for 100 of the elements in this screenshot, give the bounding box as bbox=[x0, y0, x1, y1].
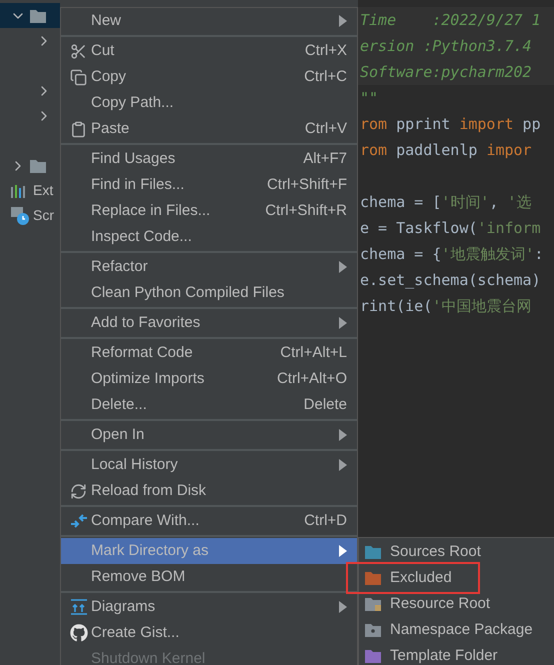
menu-item-label: Add to Favorites bbox=[91, 312, 200, 333]
code-token: rom bbox=[360, 114, 388, 135]
code-token: , bbox=[489, 192, 500, 213]
code-token: Time :2022/9/27 1 bbox=[360, 10, 541, 31]
submenu-arrow-icon bbox=[339, 15, 347, 27]
menu-item[interactable]: Copy Path... bbox=[61, 90, 357, 116]
code-token: "" bbox=[360, 88, 378, 109]
tree-label[interactable]: Scr bbox=[33, 205, 54, 226]
tree-row[interactable] bbox=[0, 3, 60, 28]
shortcut-label: Ctrl+Shift+F bbox=[266, 174, 347, 195]
copy-icon bbox=[70, 68, 87, 86]
menu-item[interactable]: Compare With... Ctrl+D bbox=[61, 508, 357, 534]
submenu-arrow-icon bbox=[339, 459, 347, 471]
menu-item[interactable]: Reformat Code Ctrl+Alt+L bbox=[61, 340, 357, 366]
code-token: rint(ie( bbox=[360, 296, 432, 317]
menu-item-label: Clean Python Compiled Files bbox=[91, 282, 284, 303]
submenu-item[interactable]: Namespace Package bbox=[359, 617, 554, 643]
menu-item[interactable]: Refactor bbox=[61, 254, 357, 280]
code-token: '中国地震台网 bbox=[432, 296, 532, 317]
menu-item-label: Optimize Imports bbox=[91, 368, 204, 389]
scratch-clock-icon bbox=[10, 206, 30, 226]
menu-item[interactable]: Paste Ctrl+V bbox=[61, 116, 357, 142]
tree-row[interactable]: Scr bbox=[0, 203, 60, 228]
menu-item-label: Reformat Code bbox=[91, 342, 193, 363]
code-token: pp bbox=[522, 114, 541, 135]
shortcut-label: Ctrl+D bbox=[304, 510, 347, 531]
menu-item-label: Refactor bbox=[91, 256, 148, 277]
submenu-arrow-icon bbox=[339, 601, 347, 613]
submenu-arrow-icon bbox=[339, 317, 347, 329]
shortcut-label: Ctrl+Shift+R bbox=[265, 200, 347, 221]
submenu-arrow-icon bbox=[339, 545, 347, 557]
tree-row[interactable]: Ext bbox=[0, 178, 60, 203]
menu-item[interactable]: Open In bbox=[61, 422, 357, 448]
menu-item-label: Copy Path... bbox=[91, 92, 174, 113]
menu-item[interactable]: Add to Favorites bbox=[61, 310, 357, 336]
menu-item[interactable]: Find Usages Alt+F7 bbox=[61, 146, 357, 172]
menu-item-label: Paste bbox=[91, 118, 130, 139]
submenu-item[interactable]: Sources Root bbox=[359, 539, 554, 565]
tree-label[interactable]: Ext bbox=[33, 180, 54, 201]
scissors-icon bbox=[70, 42, 87, 60]
code-token: rom bbox=[360, 140, 388, 161]
shortcut-label: Ctrl+Alt+L bbox=[280, 342, 347, 363]
menu-item-label: Compare With... bbox=[91, 510, 200, 531]
menu-item[interactable]: Find in Files... Ctrl+Shift+F bbox=[61, 172, 357, 198]
shortcut-label: Ctrl+Alt+O bbox=[276, 368, 347, 389]
shortcut-label: Ctrl+V bbox=[304, 118, 347, 139]
submenu-arrow-icon bbox=[339, 429, 347, 441]
code-token: chema = [ bbox=[360, 192, 442, 213]
code-token: Software:pycharm202 bbox=[360, 62, 532, 83]
menu-item[interactable]: Reload from Disk bbox=[61, 478, 357, 504]
code-token: paddlenlp bbox=[395, 140, 478, 161]
reload-icon bbox=[70, 482, 87, 500]
menu-item[interactable]: Create Gist... bbox=[61, 620, 357, 646]
menu-item-label: New bbox=[91, 10, 122, 31]
menu-item-label: Cut bbox=[91, 40, 114, 61]
menu-item[interactable]: Clean Python Compiled Files bbox=[61, 280, 357, 306]
shortcut-label: Ctrl+C bbox=[304, 66, 347, 87]
shortcut-label: Delete bbox=[304, 394, 347, 415]
shortcut-label: Ctrl+X bbox=[304, 40, 347, 61]
github-icon bbox=[70, 624, 88, 642]
menu-item-label: Replace in Files... bbox=[91, 200, 210, 221]
menu-item-label: Copy bbox=[91, 66, 126, 87]
code-token: '地震触发词' bbox=[441, 244, 534, 265]
menu-item-label: Diagrams bbox=[91, 596, 156, 617]
code-token: import bbox=[459, 114, 514, 135]
menu-item[interactable]: Local History bbox=[61, 452, 357, 478]
code-token: ersion :Python3.7.4 bbox=[360, 36, 532, 57]
menu-item[interactable]: Replace in Files... Ctrl+Shift+R bbox=[61, 198, 357, 224]
compare-arrows-icon bbox=[70, 512, 88, 530]
code-token: pprint bbox=[395, 114, 452, 135]
code-token: e = Taskflow( bbox=[360, 218, 478, 239]
menu-item[interactable]: New bbox=[61, 8, 357, 34]
submenu-item[interactable]: Template Folder bbox=[359, 643, 554, 665]
code-token: chema = { bbox=[360, 244, 442, 265]
code-token: 'inform bbox=[477, 218, 541, 239]
code-token: '时间' bbox=[441, 192, 490, 213]
submenu-arrow-icon bbox=[339, 261, 347, 273]
menu-item-label: Find in Files... bbox=[91, 174, 184, 195]
menu-item-label: Local History bbox=[91, 454, 178, 475]
menu-item[interactable]: Diagrams bbox=[61, 594, 357, 620]
menu-item-label: Open In bbox=[91, 424, 144, 445]
menu-item-label: Inspect Code... bbox=[91, 226, 192, 247]
menu-item[interactable]: Remove BOM bbox=[61, 564, 357, 590]
menu-item[interactable]: Optimize Imports Ctrl+Alt+O bbox=[61, 366, 357, 392]
submenu-item[interactable]: Resource Root bbox=[359, 591, 554, 617]
folder-icon bbox=[29, 158, 47, 174]
menu-item[interactable]: Delete... Delete bbox=[61, 392, 357, 418]
code-token: : bbox=[534, 244, 544, 265]
menu-item[interactable]: Copy Ctrl+C bbox=[61, 64, 357, 90]
code-token: e.set_schema(schema) bbox=[360, 270, 541, 291]
menu-item-label: Reload from Disk bbox=[91, 480, 206, 501]
menu-item[interactable]: Cut Ctrl+X bbox=[61, 38, 357, 64]
code-token: '选 bbox=[507, 192, 532, 213]
submenu-item[interactable]: Excluded bbox=[359, 565, 554, 591]
folder-icon bbox=[29, 8, 47, 24]
menu-item-label: Find Usages bbox=[91, 148, 176, 169]
menu-item-label: Remove BOM bbox=[91, 566, 186, 587]
menu-item-label: Mark Directory as bbox=[91, 540, 209, 561]
menu-item-label: Create Gist... bbox=[91, 622, 180, 643]
menu-item[interactable]: Inspect Code... bbox=[61, 224, 357, 250]
